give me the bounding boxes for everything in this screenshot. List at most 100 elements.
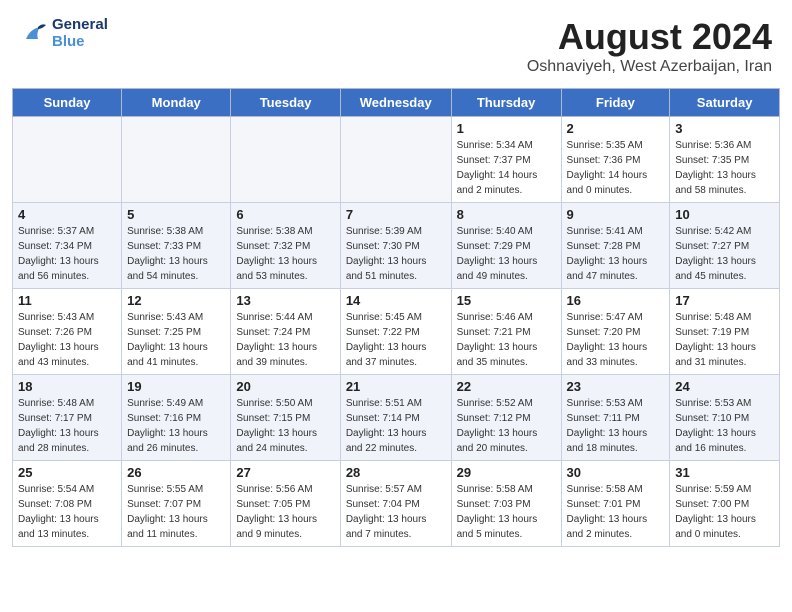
- day-info: Sunrise: 5:52 AM Sunset: 7:12 PM Dayligh…: [457, 396, 556, 456]
- calendar-day-cell: 23 Sunrise: 5:53 AM Sunset: 7:11 PM Dayli…: [561, 375, 670, 461]
- weekday-header-cell: Thursday: [451, 89, 561, 117]
- weekday-header-cell: Saturday: [670, 89, 780, 117]
- day-number: 22: [457, 379, 556, 394]
- day-number: 13: [236, 293, 334, 308]
- calendar-day-cell: 17 Sunrise: 5:48 AM Sunset: 7:19 PM Dayli…: [670, 289, 780, 375]
- day-info: Sunrise: 5:49 AM Sunset: 7:16 PM Dayligh…: [127, 396, 225, 456]
- day-info: Sunrise: 5:58 AM Sunset: 7:03 PM Dayligh…: [457, 482, 556, 542]
- calendar-day-cell: [122, 117, 231, 203]
- day-info: Sunrise: 5:57 AM Sunset: 7:04 PM Dayligh…: [346, 482, 446, 542]
- day-info: Sunrise: 5:35 AM Sunset: 7:36 PM Dayligh…: [567, 138, 665, 198]
- day-info: Sunrise: 5:42 AM Sunset: 7:27 PM Dayligh…: [675, 224, 774, 284]
- calendar-week-row: 25Sunrise: 5:54 AM Sunset: 7:08 PM Dayli…: [13, 461, 780, 547]
- day-number: 20: [236, 379, 334, 394]
- day-info: Sunrise: 5:48 AM Sunset: 7:17 PM Dayligh…: [18, 396, 116, 456]
- calendar-day-cell: 30Sunrise: 5:58 AM Sunset: 7:01 PM Dayli…: [561, 461, 670, 547]
- day-number: 26: [127, 465, 225, 480]
- day-number: 9: [567, 207, 665, 222]
- day-number: 8: [457, 207, 556, 222]
- day-number: 30: [567, 465, 665, 480]
- day-info: Sunrise: 5:34 AM Sunset: 7:37 PM Dayligh…: [457, 138, 556, 198]
- day-number: 11: [18, 293, 116, 308]
- day-info: Sunrise: 5:55 AM Sunset: 7:07 PM Dayligh…: [127, 482, 225, 542]
- calendar-week-row: 1 Sunrise: 5:34 AM Sunset: 7:37 PM Daylig…: [13, 117, 780, 203]
- day-number: 12: [127, 293, 225, 308]
- day-info: Sunrise: 5:56 AM Sunset: 7:05 PM Dayligh…: [236, 482, 334, 542]
- day-number: 17: [675, 293, 774, 308]
- day-number: 2: [567, 121, 665, 136]
- day-number: 1: [457, 121, 556, 136]
- calendar-day-cell: 31 Sunrise: 5:59 AM Sunset: 7:00 PM Dayli…: [670, 461, 780, 547]
- calendar-day-cell: 24Sunrise: 5:53 AM Sunset: 7:10 PM Dayli…: [670, 375, 780, 461]
- day-info: Sunrise: 5:47 AM Sunset: 7:20 PM Dayligh…: [567, 310, 665, 370]
- day-info: Sunrise: 5:48 AM Sunset: 7:19 PM Dayligh…: [675, 310, 774, 370]
- day-number: 18: [18, 379, 116, 394]
- calendar-day-cell: 11 Sunrise: 5:43 AM Sunset: 7:26 PM Dayli…: [13, 289, 122, 375]
- calendar-week-row: 18 Sunrise: 5:48 AM Sunset: 7:17 PM Dayli…: [13, 375, 780, 461]
- weekday-header-cell: Wednesday: [340, 89, 451, 117]
- day-number: 14: [346, 293, 446, 308]
- calendar-day-cell: 19 Sunrise: 5:49 AM Sunset: 7:16 PM Dayli…: [122, 375, 231, 461]
- calendar-day-cell: 4 Sunrise: 5:37 AM Sunset: 7:34 PM Daylig…: [13, 203, 122, 289]
- calendar-day-cell: 8 Sunrise: 5:40 AM Sunset: 7:29 PM Daylig…: [451, 203, 561, 289]
- day-info: Sunrise: 5:37 AM Sunset: 7:34 PM Dayligh…: [18, 224, 116, 284]
- calendar-day-cell: 21 Sunrise: 5:51 AM Sunset: 7:14 PM Dayli…: [340, 375, 451, 461]
- location-title: Oshnaviyeh, West Azerbaijan, Iran: [527, 58, 772, 76]
- day-number: 31: [675, 465, 774, 480]
- calendar-day-cell: 6 Sunrise: 5:38 AM Sunset: 7:32 PM Daylig…: [231, 203, 340, 289]
- calendar-body: 1 Sunrise: 5:34 AM Sunset: 7:37 PM Daylig…: [13, 117, 780, 547]
- day-number: 10: [675, 207, 774, 222]
- day-info: Sunrise: 5:59 AM Sunset: 7:00 PM Dayligh…: [675, 482, 774, 542]
- weekday-header-cell: Monday: [122, 89, 231, 117]
- calendar-day-cell: 20Sunrise: 5:50 AM Sunset: 7:15 PM Dayli…: [231, 375, 340, 461]
- day-info: Sunrise: 5:45 AM Sunset: 7:22 PM Dayligh…: [346, 310, 446, 370]
- calendar-day-cell: 2 Sunrise: 5:35 AM Sunset: 7:36 PM Daylig…: [561, 117, 670, 203]
- day-number: 15: [457, 293, 556, 308]
- day-number: 27: [236, 465, 334, 480]
- calendar-day-cell: 26 Sunrise: 5:55 AM Sunset: 7:07 PM Dayli…: [122, 461, 231, 547]
- weekday-header-cell: Tuesday: [231, 89, 340, 117]
- calendar-day-cell: 7 Sunrise: 5:39 AM Sunset: 7:30 PM Daylig…: [340, 203, 451, 289]
- weekday-header-row: SundayMondayTuesdayWednesdayThursdayFrid…: [13, 89, 780, 117]
- day-info: Sunrise: 5:54 AM Sunset: 7:08 PM Dayligh…: [18, 482, 116, 542]
- day-info: Sunrise: 5:44 AM Sunset: 7:24 PM Dayligh…: [236, 310, 334, 370]
- day-info: Sunrise: 5:53 AM Sunset: 7:11 PM Dayligh…: [567, 396, 665, 456]
- calendar-day-cell: 10 Sunrise: 5:42 AM Sunset: 7:27 PM Dayli…: [670, 203, 780, 289]
- day-number: 4: [18, 207, 116, 222]
- day-info: Sunrise: 5:38 AM Sunset: 7:32 PM Dayligh…: [236, 224, 334, 284]
- calendar-week-row: 4 Sunrise: 5:37 AM Sunset: 7:34 PM Daylig…: [13, 203, 780, 289]
- page-header: General Blue August 2024 Oshnaviyeh, Wes…: [0, 0, 792, 80]
- day-info: Sunrise: 5:38 AM Sunset: 7:33 PM Dayligh…: [127, 224, 225, 284]
- day-number: 16: [567, 293, 665, 308]
- month-title: August 2024: [527, 16, 772, 58]
- calendar-day-cell: 1 Sunrise: 5:34 AM Sunset: 7:37 PM Daylig…: [451, 117, 561, 203]
- calendar-day-cell: [340, 117, 451, 203]
- day-number: 5: [127, 207, 225, 222]
- calendar-day-cell: 9Sunrise: 5:41 AM Sunset: 7:28 PM Daylig…: [561, 203, 670, 289]
- calendar-day-cell: 27 Sunrise: 5:56 AM Sunset: 7:05 PM Dayli…: [231, 461, 340, 547]
- calendar-day-cell: 16 Sunrise: 5:47 AM Sunset: 7:20 PM Dayli…: [561, 289, 670, 375]
- day-info: Sunrise: 5:46 AM Sunset: 7:21 PM Dayligh…: [457, 310, 556, 370]
- weekday-header-cell: Sunday: [13, 89, 122, 117]
- day-info: Sunrise: 5:36 AM Sunset: 7:35 PM Dayligh…: [675, 138, 774, 198]
- day-number: 3: [675, 121, 774, 136]
- day-number: 21: [346, 379, 446, 394]
- day-number: 23: [567, 379, 665, 394]
- calendar-day-cell: 25Sunrise: 5:54 AM Sunset: 7:08 PM Dayli…: [13, 461, 122, 547]
- calendar-day-cell: 22 Sunrise: 5:52 AM Sunset: 7:12 PM Dayli…: [451, 375, 561, 461]
- calendar-day-cell: 3 Sunrise: 5:36 AM Sunset: 7:35 PM Daylig…: [670, 117, 780, 203]
- logo: General Blue: [20, 16, 108, 50]
- day-info: Sunrise: 5:51 AM Sunset: 7:14 PM Dayligh…: [346, 396, 446, 456]
- day-info: Sunrise: 5:40 AM Sunset: 7:29 PM Dayligh…: [457, 224, 556, 284]
- day-number: 7: [346, 207, 446, 222]
- calendar-day-cell: 29Sunrise: 5:58 AM Sunset: 7:03 PM Dayli…: [451, 461, 561, 547]
- day-number: 6: [236, 207, 334, 222]
- day-number: 19: [127, 379, 225, 394]
- calendar-day-cell: [13, 117, 122, 203]
- day-info: Sunrise: 5:53 AM Sunset: 7:10 PM Dayligh…: [675, 396, 774, 456]
- day-info: Sunrise: 5:43 AM Sunset: 7:26 PM Dayligh…: [18, 310, 116, 370]
- logo-icon: [20, 19, 48, 47]
- calendar-day-cell: 18 Sunrise: 5:48 AM Sunset: 7:17 PM Dayli…: [13, 375, 122, 461]
- calendar-day-cell: 14 Sunrise: 5:45 AM Sunset: 7:22 PM Dayli…: [340, 289, 451, 375]
- day-info: Sunrise: 5:39 AM Sunset: 7:30 PM Dayligh…: [346, 224, 446, 284]
